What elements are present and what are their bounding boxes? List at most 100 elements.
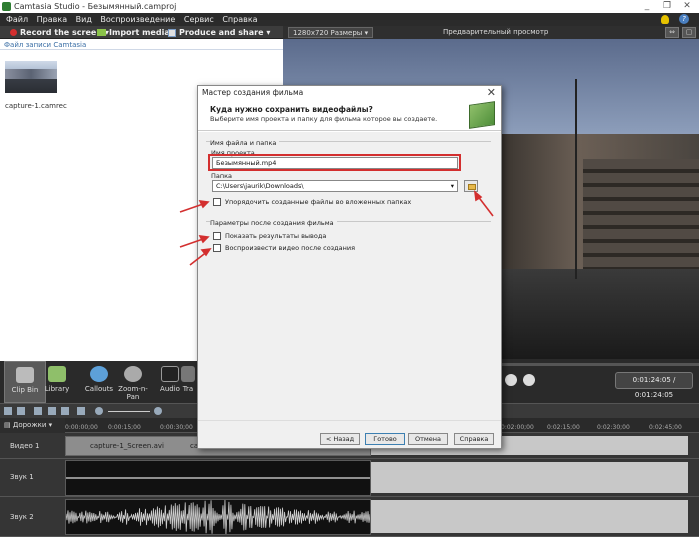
show-results-checkbox[interactable] [213, 232, 221, 240]
ruler-tick: 0:00:30;00 [160, 424, 193, 431]
track-audio-1: Звук 1 [0, 459, 699, 497]
end-icon[interactable] [523, 374, 535, 386]
import-media-button[interactable]: Import media [97, 27, 170, 38]
clip-bin-header: Файл записи Camtasia [4, 41, 87, 49]
copy-icon[interactable] [48, 407, 56, 415]
annotation-highlight [208, 154, 461, 171]
track-name: Звук 2 [10, 513, 34, 521]
waveform-path [66, 500, 370, 534]
cut-icon[interactable] [34, 407, 42, 415]
wizard-logo-icon [469, 101, 495, 129]
zoom-icon [124, 366, 142, 382]
tab-library[interactable]: Library [36, 361, 78, 403]
main-toolbar: Record the screen ▾ Import media Produce… [0, 26, 283, 39]
dialog-footer: < Назад Готово Отмена Справка [198, 420, 501, 448]
zoom-slider[interactable] [108, 411, 150, 412]
preview-size-dropdown[interactable]: 1280x720 Размеры ▾ [288, 27, 374, 38]
fullscreen-icon[interactable]: ▢ [682, 27, 696, 38]
clip-name: capture-1_Screen.avi [90, 442, 164, 450]
tab-label: Callouts [84, 385, 114, 393]
group-label: Параметры после создания фильма [210, 219, 337, 227]
produce-share-button[interactable]: Produce and share ▾ [168, 27, 270, 38]
audio-clip[interactable] [65, 499, 371, 535]
fit-icon[interactable]: ⇔ [665, 27, 679, 38]
paste-icon[interactable] [61, 407, 69, 415]
record-icon [10, 29, 17, 36]
dialog-heading: Куда нужно сохранить видеофайлы? [210, 105, 373, 114]
undo-icon[interactable] [4, 407, 12, 415]
folder-value: C:\Users\jaurik\Downloads\ [216, 182, 304, 190]
clip-thumbnail[interactable] [5, 61, 57, 93]
library-icon [48, 366, 66, 382]
dialog-header: Куда нужно сохранить видеофайлы? Выберит… [198, 98, 501, 131]
import-icon [97, 29, 106, 36]
produce-label: Produce and share [179, 28, 264, 37]
tab-transitions[interactable]: Tra [178, 361, 198, 403]
group-post-production: Параметры после создания фильма [206, 219, 491, 261]
camtasia-app-icon [2, 2, 11, 11]
menu-tools[interactable]: Сервис [184, 13, 214, 26]
divider [0, 49, 283, 50]
show-results-label: Показать результаты вывода [225, 232, 327, 240]
organize-label: Упорядочить созданные файлы во вложенных… [225, 198, 412, 206]
audio-clip[interactable] [65, 460, 371, 496]
play-video-checkbox[interactable] [213, 244, 221, 252]
preview-title: Предварительный просмотр [443, 28, 549, 36]
track-audio-2: Звук 2 [0, 497, 699, 537]
back-button[interactable]: < Назад [320, 433, 360, 445]
menu-help[interactable]: Справка [222, 13, 257, 26]
tab-label: Clip Bin [11, 386, 39, 394]
dialog-body: Имя файла и папка Имя проекта Безымянный… [198, 132, 501, 420]
cancel-button[interactable]: Отмена [408, 433, 448, 445]
tab-label: Zoom-n- Pan [118, 385, 148, 401]
waveform [66, 500, 370, 534]
preview-header: 1280x720 Размеры ▾ Предварительный просм… [283, 26, 699, 39]
speaker-icon [161, 366, 179, 382]
zoom-in-icon[interactable] [154, 407, 162, 415]
close-window-button[interactable]: ✕ [679, 1, 695, 12]
track-name: Видео 1 [10, 442, 40, 450]
redo-icon[interactable] [17, 407, 25, 415]
restore-button[interactable]: ❐ [659, 1, 675, 12]
callout-icon [90, 366, 108, 382]
tab-label: Audio [160, 385, 180, 393]
waveform [66, 477, 370, 479]
folder-input[interactable]: C:\Users\jaurik\Downloads\ ▾ [212, 180, 458, 192]
record-screen-button[interactable]: Record the screen ▾ [10, 27, 109, 38]
organize-checkbox[interactable] [213, 198, 221, 206]
play-video-label: Воспроизвести видео после создания [225, 244, 356, 252]
dialog-subheading: Выберите имя проекта и папку для фильма … [210, 115, 438, 123]
ruler-tick: 0:02:45;00 [649, 424, 682, 431]
window-titlebar: Camtasia Studio - Безымянный.camproj _ ❐… [0, 0, 699, 13]
chevron-down-icon: ▾ [364, 29, 369, 37]
ruler-tick: 0:02:30;00 [597, 424, 630, 431]
clip-bin-icon [16, 367, 34, 383]
tab-zoom-pan[interactable]: Zoom-n- Pan [112, 361, 154, 403]
ruler-tick: 0:02:15;00 [547, 424, 580, 431]
ruler-tick: 0:02:00;00 [501, 424, 534, 431]
lightbulb-icon[interactable] [661, 15, 669, 24]
chevron-down-icon[interactable]: ▾ [451, 181, 454, 191]
menu-view[interactable]: Вид [76, 13, 92, 26]
menu-file[interactable]: Файл [6, 13, 28, 26]
clip-label: capture-1.camrec [5, 102, 67, 110]
transitions-icon [181, 366, 195, 382]
tracks-label: Дорожки [12, 421, 47, 429]
ruler-tick: 0:00:15;00 [108, 424, 141, 431]
help-icon[interactable]: ? [679, 14, 689, 24]
zoom-out-icon[interactable] [95, 407, 103, 415]
dialog-title: Мастер создания фильма [202, 88, 304, 97]
finish-button[interactable]: Готово [365, 433, 405, 445]
window-title: Camtasia Studio - Безымянный.camproj [14, 2, 177, 11]
tracks-dropdown[interactable]: ▤ Дорожки ▾ [4, 421, 52, 429]
help-button[interactable]: Справка [454, 433, 494, 445]
menu-playback[interactable]: Воспроизведение [100, 13, 175, 26]
track-name: Звук 1 [10, 473, 34, 481]
group-label: Имя файла и папка [210, 139, 280, 147]
browse-folder-button[interactable] [464, 180, 478, 192]
minimize-button[interactable]: _ [639, 1, 655, 12]
next-clip-icon[interactable] [505, 374, 517, 386]
split-icon[interactable] [77, 407, 85, 415]
produce-dropdown-icon[interactable]: ▾ [266, 28, 270, 37]
menu-edit[interactable]: Правка [37, 13, 67, 26]
